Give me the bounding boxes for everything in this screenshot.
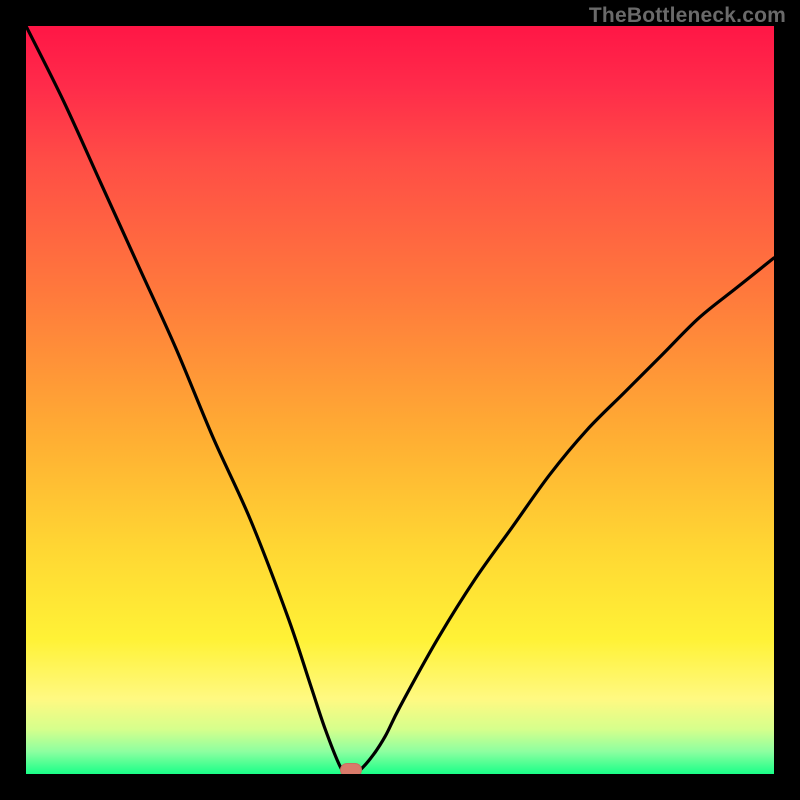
curve-layer: [26, 26, 774, 774]
bottleneck-curve-path: [26, 26, 774, 774]
plot-area: [26, 26, 774, 774]
chart-frame: TheBottleneck.com: [0, 0, 800, 800]
watermark-text: TheBottleneck.com: [589, 4, 786, 28]
minimum-marker: [340, 763, 362, 774]
